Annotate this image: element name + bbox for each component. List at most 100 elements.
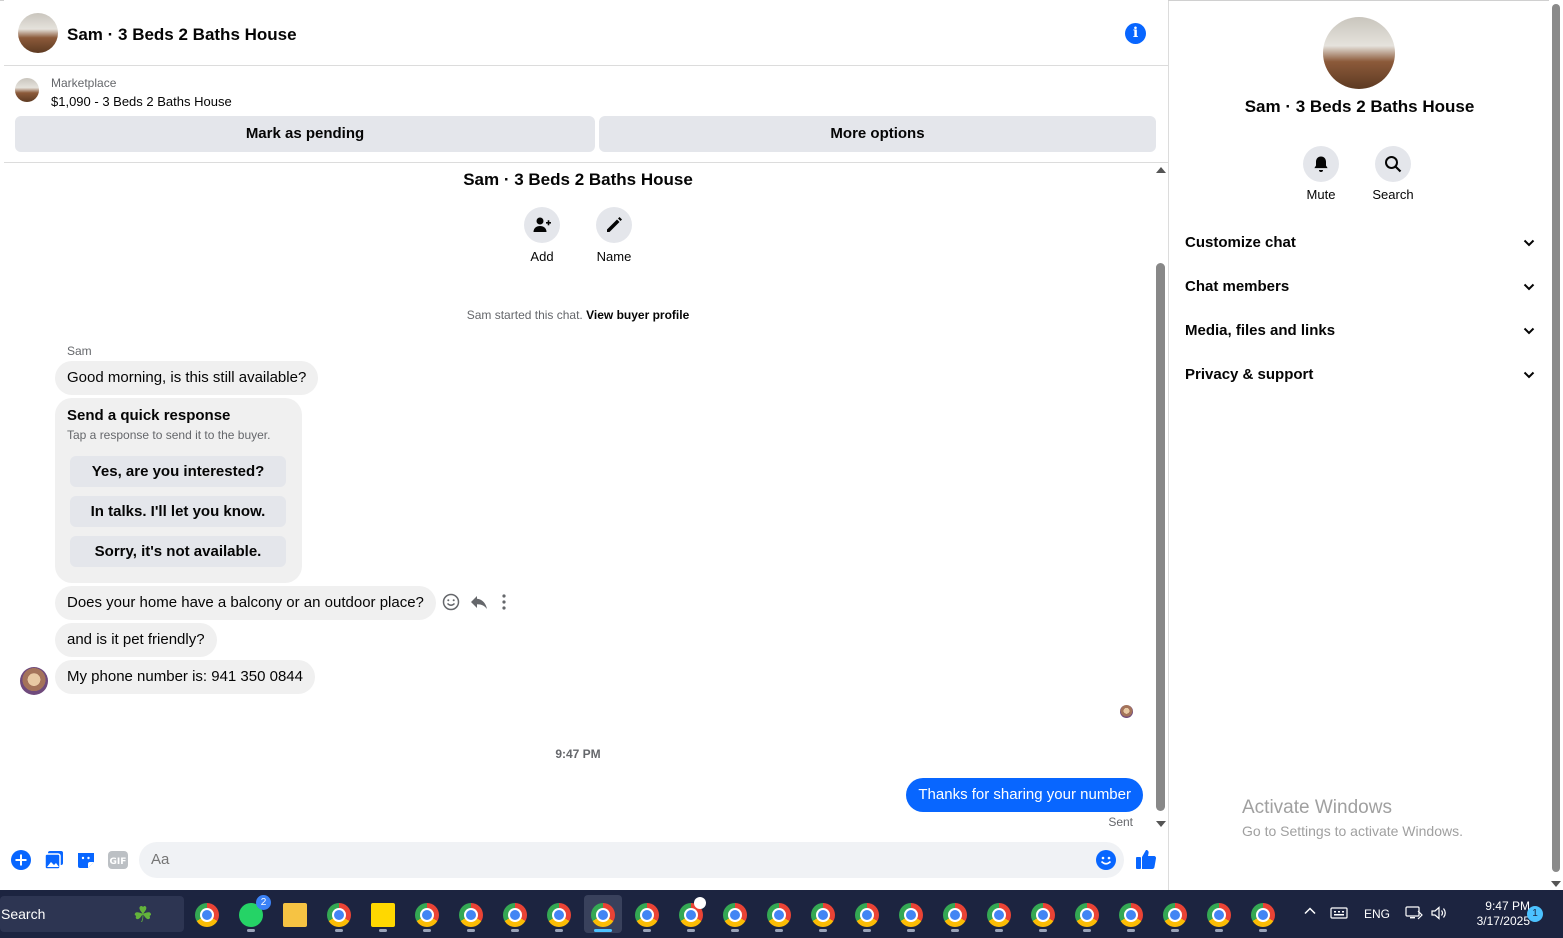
message-bubble[interactable]: My phone number is: 941 350 0844 [55,660,315,694]
scroll-thumb[interactable] [1156,263,1165,811]
chevron-up-icon[interactable] [1303,904,1317,921]
taskbar-search-box[interactable]: Search ☘ [0,896,184,932]
panel-title: Sam · 3 Beds 2 Baths House [1244,97,1475,116]
chrome-taskbar-icon[interactable] [804,895,842,933]
chrome-profile-taskbar-icon[interactable] [672,895,710,933]
mark-as-pending-button[interactable]: Mark as pending [15,116,595,152]
chrome-taskbar-icon[interactable] [452,895,490,933]
own-message-bubble[interactable]: Thanks for sharing your number [906,778,1143,812]
media-files-links-section[interactable]: Media, files and links [1185,311,1535,351]
quick-response-option[interactable]: Sorry, it's not available. [70,536,286,567]
chrome-icon [1251,903,1275,927]
page-scroll-thumb[interactable] [1552,4,1560,872]
chrome-icon [723,903,747,927]
customize-chat-section[interactable]: Customize chat [1185,223,1535,263]
scroll-down-arrow[interactable] [1156,821,1166,827]
quick-response-option[interactable]: Yes, are you interested? [70,456,286,487]
sticky-notes-taskbar-icon[interactable] [364,895,402,933]
chrome-taskbar-icon[interactable] [1024,895,1062,933]
react-icon[interactable] [442,593,460,616]
gif-icon[interactable]: GIF [107,850,129,875]
conversation-scrollbar[interactable] [1154,163,1168,831]
chrome-taskbar-icon-active[interactable] [584,895,622,933]
chat-title[interactable]: Sam · 3 Beds 2 Baths House [67,25,297,45]
chrome-icon [899,903,923,927]
message-bubble[interactable]: Does your home have a balcony or an outd… [55,586,436,620]
clock[interactable]: 9:47 PM 3/17/2025 [1460,899,1530,929]
panel-avatar[interactable] [1323,17,1395,89]
chrome-taskbar-icon[interactable] [1112,895,1150,933]
file-explorer-taskbar-icon[interactable] [276,895,314,933]
more-options-button[interactable]: More options [599,116,1156,152]
chrome-taskbar-icon[interactable] [628,895,666,933]
chrome-taskbar-icon[interactable] [760,895,798,933]
emoji-icon[interactable] [1096,850,1116,870]
keyboard-icon[interactable] [1330,906,1348,923]
mute-button[interactable] [1303,146,1339,182]
listing-thumbnail[interactable] [15,78,39,102]
chrome-taskbar-icon[interactable] [540,895,578,933]
whatsapp-taskbar-icon[interactable]: 2 [232,895,271,933]
chrome-icon [503,903,527,927]
quick-response-option[interactable]: In talks. I'll let you know. [70,496,286,527]
network-icon[interactable] [1405,905,1423,924]
chrome-taskbar-icon[interactable] [936,895,974,933]
photo-icon[interactable] [44,850,64,875]
chrome-taskbar-icon[interactable] [848,895,886,933]
more-icon[interactable] [500,593,508,616]
chrome-taskbar-icon[interactable] [892,895,930,933]
seen-receipt-avatar [1120,705,1133,718]
chrome-taskbar-icon[interactable] [1068,895,1106,933]
chrome-taskbar-icon[interactable] [188,895,226,933]
plus-icon[interactable] [11,850,31,875]
running-indicator [995,929,1003,932]
chrome-taskbar-icon[interactable] [1200,895,1238,933]
info-icon[interactable]: i [1125,23,1146,44]
clock-date: 3/17/2025 [1476,914,1530,928]
language-indicator[interactable]: ENG [1364,907,1390,921]
running-indicator [467,929,475,932]
chrome-taskbar-icon[interactable] [716,895,754,933]
name-button[interactable] [596,207,632,243]
page-scroll-down-arrow[interactable] [1551,881,1561,887]
sticker-icon[interactable] [76,850,96,875]
thumbs-up-icon[interactable] [1135,848,1157,875]
chrome-taskbar-icon[interactable] [1156,895,1194,933]
chrome-taskbar-icon[interactable] [980,895,1018,933]
chrome-taskbar-icon[interactable] [496,895,534,933]
message-bubble[interactable]: and is it pet friendly? [55,623,217,657]
message-bubble[interactable]: Good morning, is this still available? [55,361,319,395]
scroll-up-arrow[interactable] [1156,167,1166,173]
page-scrollbar[interactable] [1549,0,1563,890]
message-input[interactable] [139,842,1124,878]
notification-badge[interactable]: 1 [1527,906,1543,922]
chat-avatar[interactable] [18,13,58,53]
chevron-down-icon [1523,239,1535,247]
chat-started-notice: Sam started this chat. View buyer profil… [4,308,1152,322]
listing-price-title[interactable]: $1,090 - 3 Beds 2 Baths House [51,94,232,109]
volume-icon[interactable] [1430,905,1448,924]
reply-icon[interactable] [470,593,488,616]
chrome-icon [547,903,571,927]
privacy-support-section[interactable]: Privacy & support [1185,355,1535,395]
chrome-taskbar-icon[interactable] [320,895,358,933]
chat-members-section[interactable]: Chat members [1185,267,1535,307]
running-indicator [643,929,651,932]
activate-windows-title: Activate Windows [1242,797,1392,818]
quick-response-subtitle: Tap a response to send it to the buyer. [67,428,271,442]
chevron-down-icon [1523,283,1535,291]
running-indicator [1127,929,1135,932]
conversation-title: Sam · 3 Beds 2 Baths House [463,170,693,189]
sender-avatar[interactable] [20,667,48,695]
add-people-button[interactable] [524,207,560,243]
whatsapp-badge: 2 [256,895,271,910]
chrome-taskbar-icon[interactable] [1244,895,1282,933]
chrome-taskbar-icon[interactable] [408,895,446,933]
search-button[interactable] [1375,146,1411,182]
view-buyer-profile-link[interactable]: View buyer profile [586,308,689,322]
running-indicator [731,929,739,932]
composer: GIF [4,831,1168,890]
running-indicator [907,929,915,932]
listing-kicker: Marketplace [51,76,117,90]
chrome-icon [811,903,835,927]
